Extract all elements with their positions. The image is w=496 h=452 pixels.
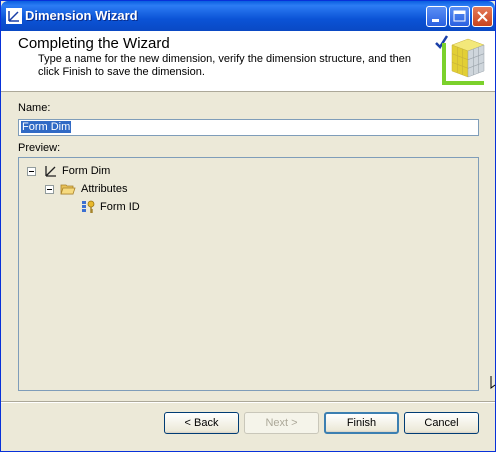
- collapse-icon[interactable]: [27, 167, 36, 176]
- page-title: Completing the Wizard: [18, 35, 170, 52]
- page-description: Type a name for the new dimension, verif…: [38, 53, 411, 78]
- collapse-icon[interactable]: [45, 185, 54, 194]
- close-button[interactable]: [472, 6, 493, 27]
- maximize-button[interactable]: [449, 6, 470, 27]
- dimension-icon: [45, 166, 56, 177]
- tree-node-label: Attributes: [81, 183, 128, 195]
- tree-node-dimension[interactable]: Form Dim: [27, 163, 227, 179]
- minimize-button[interactable]: [426, 6, 447, 27]
- footer-divider-highlight: [1, 402, 495, 403]
- title-bar[interactable]: Dimension Wizard: [1, 1, 495, 31]
- preview-tree[interactable]: Form Dim Attributes Form ID: [18, 157, 479, 391]
- tree-node-label: Form ID: [100, 201, 140, 213]
- next-button[interactable]: Next >: [244, 412, 319, 434]
- name-label: Name:: [18, 102, 51, 114]
- finish-button[interactable]: Finish: [324, 412, 399, 434]
- back-button[interactable]: < Back: [164, 412, 239, 434]
- folder-open-icon: [60, 184, 76, 195]
- name-input-value: Form Dim: [21, 121, 72, 133]
- maximize-icon: [453, 10, 466, 22]
- resize-cursor-icon: [490, 376, 496, 389]
- close-icon: [477, 11, 488, 22]
- tree-node-label: Form Dim: [62, 165, 111, 177]
- window-title: Dimension Wizard: [25, 8, 138, 23]
- wizard-cube-icon: [435, 35, 485, 85]
- minimize-icon: [432, 19, 439, 22]
- dimension-wizard-window: Dimension Wizard Completing the Wizard T…: [0, 0, 496, 452]
- name-input[interactable]: Form Dim: [18, 119, 479, 136]
- attribute-key-icon: [82, 200, 95, 213]
- wizard-header: Completing the Wizard Type a name for th…: [1, 31, 495, 92]
- tree-node-attributes[interactable]: Attributes: [45, 181, 245, 197]
- cancel-button[interactable]: Cancel: [404, 412, 479, 434]
- dimension-icon: [6, 8, 22, 24]
- preview-label: Preview:: [18, 142, 61, 154]
- tree-node-form-id[interactable]: Form ID: [81, 199, 281, 215]
